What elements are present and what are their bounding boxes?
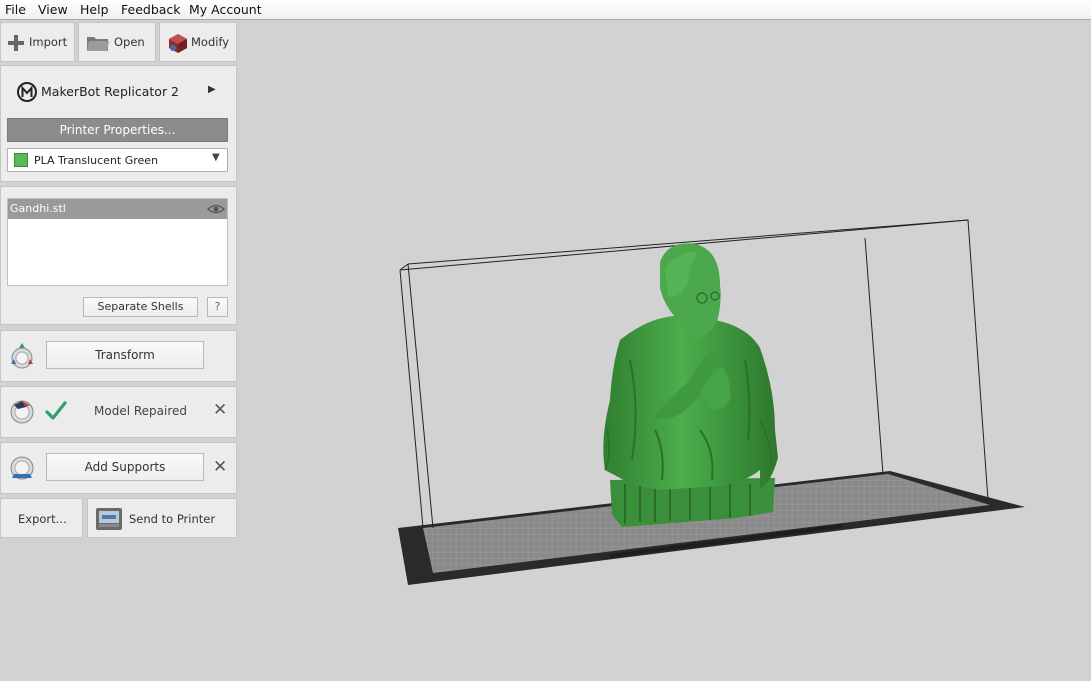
separate-shells-button[interactable]: Separate Shells bbox=[83, 297, 198, 317]
eye-visibility-icon[interactable] bbox=[207, 204, 225, 214]
close-icon[interactable]: ✕ bbox=[213, 400, 227, 420]
list-item[interactable]: Gandhi.stl bbox=[8, 199, 227, 219]
repair-icon bbox=[10, 400, 34, 424]
transform-icon bbox=[11, 343, 33, 369]
help-button[interactable]: ? bbox=[207, 297, 228, 317]
import-button[interactable]: Import bbox=[0, 22, 75, 62]
3d-viewport[interactable] bbox=[240, 20, 1091, 681]
printer-panel: MakerBot Replicator 2 ▶ Printer Properti… bbox=[0, 65, 237, 182]
chevron-down-icon: ▼ bbox=[212, 152, 220, 163]
supports-panel: Add Supports ✕ bbox=[0, 442, 237, 494]
menu-help[interactable]: Help bbox=[80, 2, 109, 17]
material-select[interactable]: PLA Translucent Green ▼ bbox=[7, 148, 228, 172]
printer-properties-button[interactable]: Printer Properties... bbox=[7, 118, 228, 142]
makerbot-logo-icon bbox=[17, 82, 37, 102]
objects-panel: Gandhi.stl Separate Shells ? bbox=[0, 186, 237, 325]
checkmark-icon bbox=[45, 401, 67, 420]
open-label: Open bbox=[114, 35, 145, 49]
transform-button[interactable]: Transform bbox=[46, 341, 204, 369]
cube-modify-icon bbox=[169, 34, 187, 53]
add-supports-button[interactable]: Add Supports bbox=[46, 453, 204, 481]
import-label: Import bbox=[29, 35, 68, 49]
material-color-swatch bbox=[14, 153, 28, 167]
menu-view[interactable]: View bbox=[38, 2, 68, 17]
gandhi-model bbox=[603, 243, 778, 527]
menu-feedback[interactable]: Feedback bbox=[121, 2, 181, 17]
repair-status-label: Model Repaired bbox=[94, 404, 187, 418]
menu-my-account[interactable]: My Account bbox=[189, 2, 262, 17]
plus-icon bbox=[8, 35, 24, 51]
send-to-printer-button[interactable]: Send to Printer bbox=[87, 498, 237, 538]
folder-icon bbox=[87, 37, 109, 51]
send-to-printer-label: Send to Printer bbox=[129, 512, 216, 526]
menu-bar: File View Help Feedback My Account bbox=[0, 0, 1091, 20]
close-icon[interactable]: ✕ bbox=[213, 457, 227, 477]
repair-panel: Model Repaired ✕ bbox=[0, 386, 237, 438]
supports-icon bbox=[10, 456, 34, 480]
transform-panel: Transform bbox=[0, 330, 237, 382]
material-selected-value: PLA Translucent Green bbox=[34, 154, 159, 167]
menu-file[interactable]: File bbox=[5, 2, 26, 17]
printer-name[interactable]: MakerBot Replicator 2 bbox=[41, 84, 179, 99]
modify-label: Modify bbox=[191, 35, 230, 49]
object-list: Gandhi.stl bbox=[7, 198, 228, 286]
modify-button[interactable]: Modify bbox=[159, 22, 237, 62]
object-filename: Gandhi.stl bbox=[10, 202, 66, 215]
open-button[interactable]: Open bbox=[78, 22, 156, 62]
export-button[interactable]: Export... bbox=[0, 498, 83, 538]
chevron-right-icon[interactable]: ▶ bbox=[208, 84, 216, 95]
export-label: Export... bbox=[18, 512, 67, 526]
printer-icon bbox=[96, 508, 122, 530]
